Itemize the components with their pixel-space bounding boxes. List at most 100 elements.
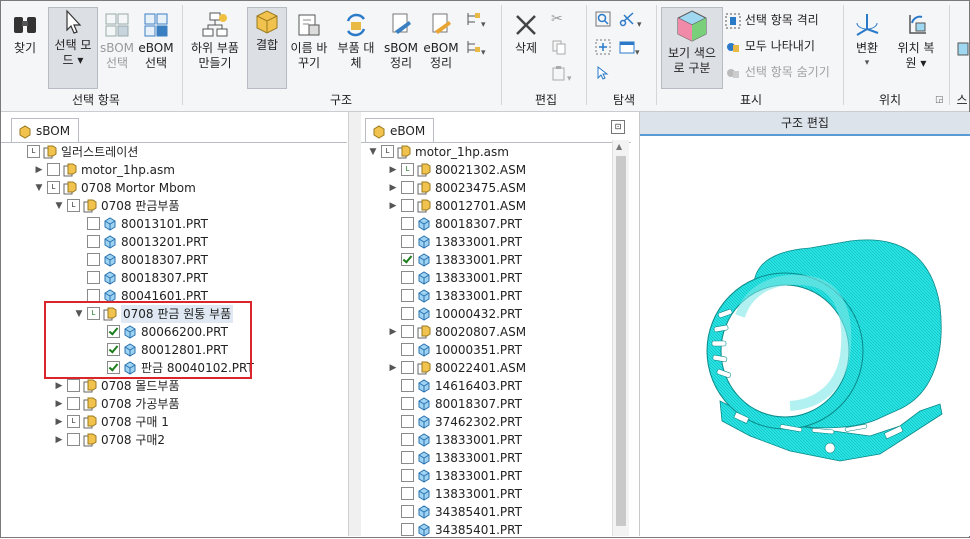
ebom-select-button[interactable]: eBOM 선택 [137, 11, 175, 71]
ebom-tree-row[interactable]: ▶ 80020807.ASM [387, 322, 527, 341]
checkbox[interactable] [401, 451, 414, 464]
ebom-tree-row[interactable]: 13833001.PRT [387, 268, 522, 286]
checkbox[interactable] [87, 235, 100, 248]
ebom-tree-row[interactable]: 10000432.PRT [387, 304, 522, 322]
view-color-button[interactable]: 보기 색으 로 구분 [661, 7, 723, 89]
link-badge-icon[interactable]: L [401, 163, 414, 176]
ebom-tree-row[interactable]: ▶ 80022401.ASM [387, 358, 527, 377]
ebom-tree-row[interactable]: ▶ L 80021302.ASM [387, 160, 527, 179]
checkbox[interactable] [87, 253, 100, 266]
expand-arrow-icon[interactable]: ▶ [53, 377, 65, 395]
link-badge-icon[interactable]: L [67, 199, 80, 212]
checkbox[interactable] [401, 271, 414, 284]
group-launcher-icon[interactable]: ◲ [935, 95, 944, 105]
ebom-tree-row[interactable]: ▶ 80023475.ASM [387, 178, 527, 197]
ebom-tree-row[interactable]: 37462302.PRT [387, 412, 522, 430]
sbom-arrange-button[interactable]: sBOM 정리 [381, 11, 421, 71]
checkbox[interactable] [401, 289, 414, 302]
struct-dropdown-1[interactable]: ▾ [465, 11, 486, 30]
checkbox[interactable] [401, 307, 414, 320]
checkbox[interactable] [401, 199, 414, 212]
checkbox[interactable] [401, 487, 414, 500]
sbom-tree-row[interactable]: ▶ 0708 구매2 [53, 430, 166, 448]
ebom-tree-row[interactable]: 80018307.PRT [387, 394, 522, 412]
checkbox-checked[interactable] [401, 253, 414, 266]
expand-arrow-icon[interactable]: ▶ [387, 359, 399, 377]
transform-button[interactable]: 변환 ▾ [847, 11, 887, 71]
sbom-tree-row[interactable]: 80018307.PRT [73, 250, 208, 268]
sbom-tree-row[interactable]: ▶ 0708 가공부품 [53, 394, 180, 412]
ebom-tree-row[interactable]: 13833001.PRT [387, 250, 522, 268]
ebom-tree-row[interactable]: ▼ Lmotor_1hp.asm [367, 142, 509, 160]
checkbox[interactable] [401, 415, 414, 428]
sbom-tree-row[interactable]: L 일러스트레이션 [13, 142, 138, 160]
checkbox[interactable] [401, 181, 414, 194]
copy-button[interactable] [551, 39, 567, 58]
checkbox[interactable] [401, 235, 414, 248]
scroll-thumb[interactable] [616, 156, 626, 526]
checkbox[interactable] [47, 163, 60, 176]
ebom-tree-row[interactable]: 13833001.PRT [387, 232, 522, 250]
expand-arrow-icon[interactable]: ▶ [53, 413, 65, 431]
ebom-scrollbar[interactable]: ▲ [612, 140, 629, 536]
isolate-button[interactable]: 선택 항목 격리 [725, 11, 819, 29]
sbom-tree-row[interactable]: 80013201.PRT [73, 232, 208, 250]
checkbox[interactable] [87, 271, 100, 284]
motor-housing-3d-model[interactable] [640, 136, 970, 536]
panel-splitter[interactable] [348, 112, 362, 536]
collapse-arrow-icon[interactable]: ▼ [367, 143, 379, 161]
replace-part-button[interactable]: 부품 대 체 [335, 11, 377, 71]
sbom-tree-row[interactable]: 80018307.PRT [73, 268, 208, 286]
ebom-tree-row[interactable]: 10000351.PRT [387, 340, 522, 358]
ebom-tree-row[interactable]: 14616403.PRT [387, 376, 522, 394]
sbom-tree-row[interactable]: ▶ motor_1hp.asm [33, 160, 175, 178]
expand-arrow-icon[interactable]: ▶ [387, 161, 399, 179]
delete-button[interactable]: 삭제 [506, 11, 546, 56]
ebom-tree-row[interactable]: 13833001.PRT [387, 484, 522, 502]
ebom-tree-row[interactable]: 13833001.PRT [387, 430, 522, 448]
tab-sbom[interactable]: sBOM [11, 118, 80, 143]
ebom-tree-row[interactable]: 34385401.PRT [387, 502, 522, 520]
checkbox[interactable] [401, 469, 414, 482]
checkbox[interactable] [401, 379, 414, 392]
checkbox[interactable] [401, 361, 414, 374]
link-badge-icon[interactable]: L [67, 415, 80, 428]
select-zoom-button[interactable] [595, 65, 611, 84]
ebom-tree-row[interactable]: 13833001.PRT [387, 286, 522, 304]
checkbox[interactable] [67, 397, 80, 410]
expand-arrow-icon[interactable]: ▶ [387, 197, 399, 215]
sbom-select-button[interactable]: sBOM 선택 [99, 11, 135, 71]
panel-options-icon[interactable]: ⊡ [611, 120, 625, 134]
rename-button[interactable]: 이름 바 꾸기 [289, 11, 329, 71]
nav-tool-button[interactable]: ▾ [619, 11, 642, 30]
checkbox[interactable] [87, 217, 100, 230]
checkbox[interactable] [401, 505, 414, 518]
checkbox[interactable] [401, 397, 414, 410]
tab-ebom[interactable]: eBOM [365, 118, 435, 143]
combine-button[interactable]: 결합 [247, 7, 287, 89]
link-badge-icon[interactable]: L [47, 181, 60, 194]
sbom-tree-row[interactable]: ▼ L 0708 Mortor Mbom [33, 178, 196, 196]
link-badge-icon[interactable]: L [381, 145, 394, 158]
ebom-tree-row[interactable]: 34385401.PRT [387, 520, 522, 538]
ebom-tree-row[interactable]: 13833001.PRT [387, 466, 522, 484]
ebom-tree-row[interactable]: ▶ 80012701.ASM [387, 196, 527, 215]
paste-button[interactable]: ▾ [551, 65, 572, 84]
sbom-tree-row[interactable]: 80013101.PRT [73, 214, 208, 232]
ebom-tree-row[interactable]: 13833001.PRT [387, 448, 522, 466]
struct-dropdown-2[interactable]: ▾ [465, 39, 486, 58]
ebom-tree-row[interactable]: 80018307.PRT [387, 214, 522, 232]
expand-arrow-icon[interactable]: ▶ [387, 323, 399, 341]
view-window-button[interactable]: ▾ [619, 39, 640, 58]
make-subpart-button[interactable]: 하위 부품 만들기 [187, 11, 243, 71]
link-badge-icon[interactable]: L [27, 145, 40, 158]
sbom-tree-row[interactable]: ▶ L 0708 구매 1 [53, 412, 169, 430]
hide-selected-button[interactable]: 선택 항목 숨기기 [725, 63, 830, 81]
checkbox[interactable] [401, 325, 414, 338]
expand-arrow-icon[interactable]: ▶ [387, 179, 399, 197]
zoom-area-button[interactable] [595, 39, 611, 58]
checkbox[interactable] [67, 379, 80, 392]
select-mode-button[interactable]: 선택 모 드 ▾ [48, 7, 98, 89]
collapse-arrow-icon[interactable]: ▼ [33, 179, 45, 197]
find-button[interactable]: 찾기 [7, 11, 43, 56]
